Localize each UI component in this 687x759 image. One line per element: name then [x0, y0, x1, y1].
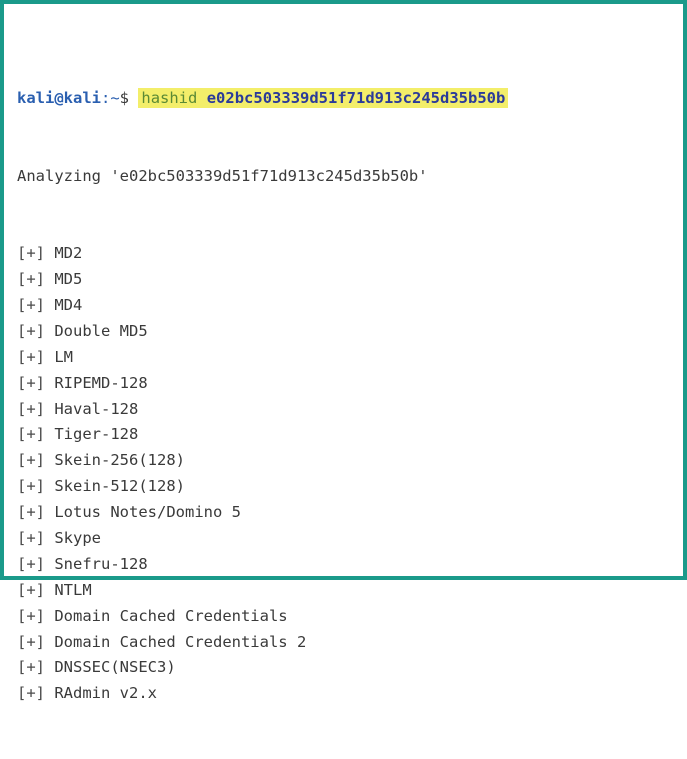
- terminal-output: kali@kali:~$ hashid e02bc503339d51f71d91…: [17, 34, 675, 702]
- screenshot-frame: kali@kali:~$ hashid e02bc503339d51f71d91…: [0, 0, 687, 702]
- hash-type-label: LM: [54, 347, 74, 366]
- hash-type-label: MD4: [54, 296, 83, 314]
- result-line: [+] Tiger-128: [17, 422, 675, 448]
- result-prefix: [+]: [17, 347, 45, 366]
- hash-type-label: NTLM: [54, 580, 92, 599]
- results-list: [+] MD2 [+] MD5 [+] MD4 [+] Double MD5 [+] L…: [17, 241, 675, 707]
- result-prefix: [+]: [17, 373, 45, 392]
- analyzing-line: Analyzing 'e02bc503339d51f71d913c245d35b…: [17, 166, 428, 185]
- command-argument: e02bc503339d51f71d913c245d35b50b: [206, 88, 506, 107]
- result-line: [+] Double MD5: [17, 319, 675, 345]
- result-prefix: [+]: [17, 451, 45, 470]
- prompt-sign: $: [119, 88, 130, 107]
- result-line: [+] Skein-512(128): [17, 474, 675, 500]
- result-line: [+] MD2: [17, 241, 675, 267]
- hash-type-label: Double MD5: [54, 321, 148, 340]
- hash-type-label: RIPEMD-128: [54, 373, 148, 392]
- result-line: [+] Haval-128: [17, 397, 675, 423]
- hash-type-label: Haval-128: [54, 399, 139, 418]
- result-line: [+] Snefru-128: [17, 552, 675, 578]
- result-line: [+] MD4: [17, 293, 675, 319]
- result-line: [+] MD5: [17, 267, 675, 293]
- result-prefix: [+]: [17, 296, 45, 314]
- hash-type-label: Domain Cached Credentials: [54, 606, 288, 625]
- hash-type-label: Skein-256(128): [54, 451, 185, 470]
- hash-type-label: RAdmin v2.x: [54, 684, 157, 703]
- hash-type-label: Tiger-128: [54, 425, 139, 444]
- result-line: [+] DNSSEC(NSEC3): [17, 655, 675, 681]
- command-prompt-line: kali@kali:~$ hashid e02bc503339d51f71d91…: [17, 86, 675, 112]
- result-line: [+] RIPEMD-128: [17, 371, 675, 397]
- hash-type-label: Skype: [54, 529, 102, 548]
- result-line: [+] NTLM: [17, 578, 675, 604]
- result-line: [+] Domain Cached Credentials: [17, 604, 675, 630]
- result-prefix: [+]: [17, 658, 45, 677]
- prompt-path: :~: [101, 88, 120, 107]
- hash-type-label: Snefru-128: [54, 554, 148, 573]
- result-prefix: [+]: [17, 425, 45, 444]
- result-line: [+] Skype: [17, 526, 675, 552]
- hash-type-label: Domain Cached Credentials 2: [54, 632, 307, 651]
- result-line: [+] Domain Cached Credentials 2: [17, 630, 675, 656]
- result-prefix: [+]: [17, 580, 45, 599]
- result-line: [+] Skein-256(128): [17, 448, 675, 474]
- result-prefix: [+]: [17, 554, 45, 573]
- prompt-user-host: kali@kali: [17, 88, 101, 107]
- result-prefix: [+]: [17, 606, 45, 625]
- hash-type-label: DNSSEC(NSEC3): [54, 658, 176, 677]
- result-prefix: [+]: [17, 244, 45, 263]
- result-prefix: [+]: [17, 632, 45, 651]
- hash-type-label: Skein-512(128): [54, 477, 185, 496]
- result-line: [+] RAdmin v2.x: [17, 681, 675, 707]
- result-prefix: [+]: [17, 684, 45, 703]
- command-name: hashid: [141, 88, 198, 107]
- result-prefix: [+]: [17, 477, 45, 496]
- result-line: [+] Lotus Notes/Domino 5: [17, 500, 675, 526]
- result-prefix: [+]: [17, 399, 45, 418]
- result-prefix: [+]: [17, 270, 45, 289]
- result-prefix: [+]: [17, 321, 45, 340]
- command-highlight: hashid e02bc503339d51f71d913c245d35b50b: [138, 87, 509, 108]
- result-prefix: [+]: [17, 503, 45, 522]
- result-line: [+] LM: [17, 345, 675, 371]
- result-prefix: [+]: [17, 529, 45, 548]
- hash-type-label: MD5: [54, 270, 83, 289]
- hash-type-label: Lotus Notes/Domino 5: [54, 503, 241, 522]
- hash-type-label: MD2: [54, 244, 83, 263]
